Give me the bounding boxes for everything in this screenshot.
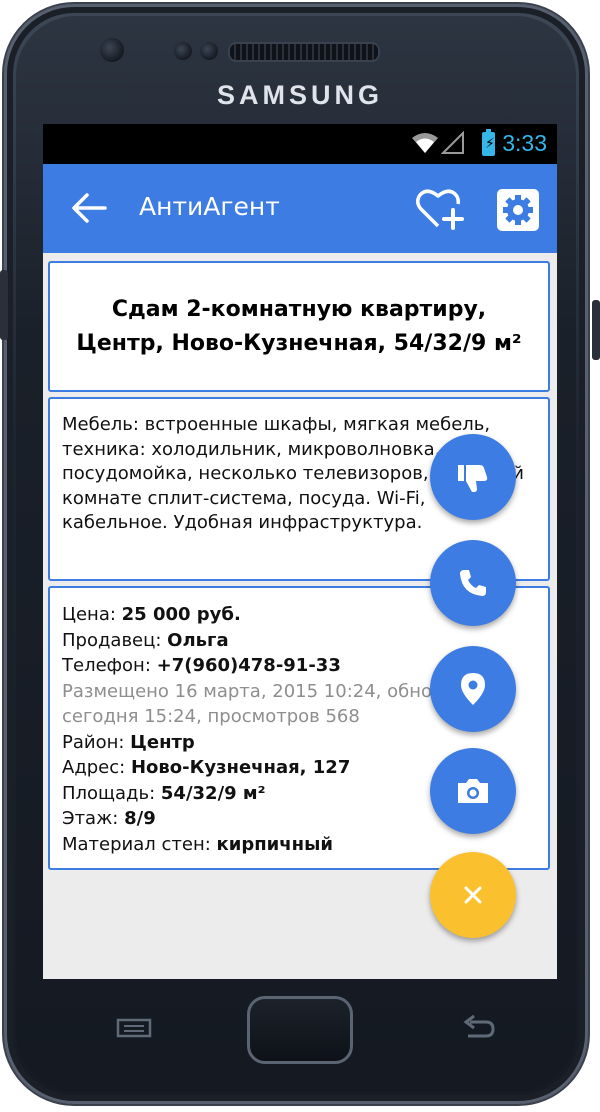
phone-value[interactable]: +7(960)478-91-33 xyxy=(157,655,341,676)
settings-gear-icon[interactable] xyxy=(495,188,541,232)
battery-icon: ⚡ xyxy=(482,129,495,156)
map-fab[interactable] xyxy=(430,646,516,732)
power-button xyxy=(592,300,600,360)
floor-label: Этаж: xyxy=(62,808,125,829)
app-bar: АнтиАгент xyxy=(43,164,557,253)
walls-value: кирпичный xyxy=(216,833,333,855)
close-icon xyxy=(464,886,482,904)
back-softkey-icon[interactable] xyxy=(460,1014,496,1042)
price-label: Цена: xyxy=(62,604,122,625)
wifi-icon xyxy=(412,133,438,153)
close-fab[interactable] xyxy=(430,852,516,938)
app-title: АнтиАгент xyxy=(139,192,280,221)
price-value: 25 000 руб. xyxy=(121,604,241,625)
front-camera xyxy=(100,38,124,62)
brand-logo: SAMSUNG xyxy=(216,80,383,110)
camera-icon xyxy=(458,779,488,803)
status-time: 3:33 xyxy=(502,130,547,156)
screen: ⚡ 3:33 АнтиАгент Сдам 2-комнатную кварти… xyxy=(43,124,557,979)
listing-title-card: Сдам 2-комнатную квартиру, Центр, Ново-К… xyxy=(48,261,550,392)
volume-button xyxy=(0,270,8,340)
map-pin-icon xyxy=(461,673,485,705)
earpiece-speaker xyxy=(228,42,380,62)
seller-label: Продавец: xyxy=(62,629,168,651)
phone-label: Телефон: xyxy=(62,655,157,676)
status-bar: ⚡ 3:33 xyxy=(43,124,557,164)
proximity-sensor xyxy=(174,42,192,60)
area-label: Площадь: xyxy=(62,782,161,804)
floor-value: 8/9 xyxy=(124,808,156,829)
phone-icon xyxy=(460,570,486,596)
district-value: Центр xyxy=(130,731,195,753)
photos-fab[interactable] xyxy=(430,748,516,834)
home-button[interactable] xyxy=(247,996,353,1064)
district-label: Район: xyxy=(62,731,131,753)
walls-label: Материал стен: xyxy=(62,833,217,855)
dislike-fab[interactable] xyxy=(430,434,516,520)
listing-title: Сдам 2-комнатную квартиру, Центр, Ново-К… xyxy=(76,296,522,356)
signal-icon xyxy=(441,131,464,154)
seller-value: Ольга xyxy=(167,629,229,651)
call-fab[interactable] xyxy=(430,540,516,626)
add-favorite-icon[interactable] xyxy=(415,186,465,232)
address-value: Ново-Кузнечная, 127 xyxy=(130,757,351,778)
area-value: 54/32/9 м² xyxy=(160,782,266,804)
menu-softkey-icon[interactable] xyxy=(116,1018,152,1038)
thumb-down-icon xyxy=(458,465,488,492)
back-arrow-icon[interactable] xyxy=(69,190,109,226)
address-label: Адрес: xyxy=(62,757,131,778)
light-sensor xyxy=(200,42,218,60)
